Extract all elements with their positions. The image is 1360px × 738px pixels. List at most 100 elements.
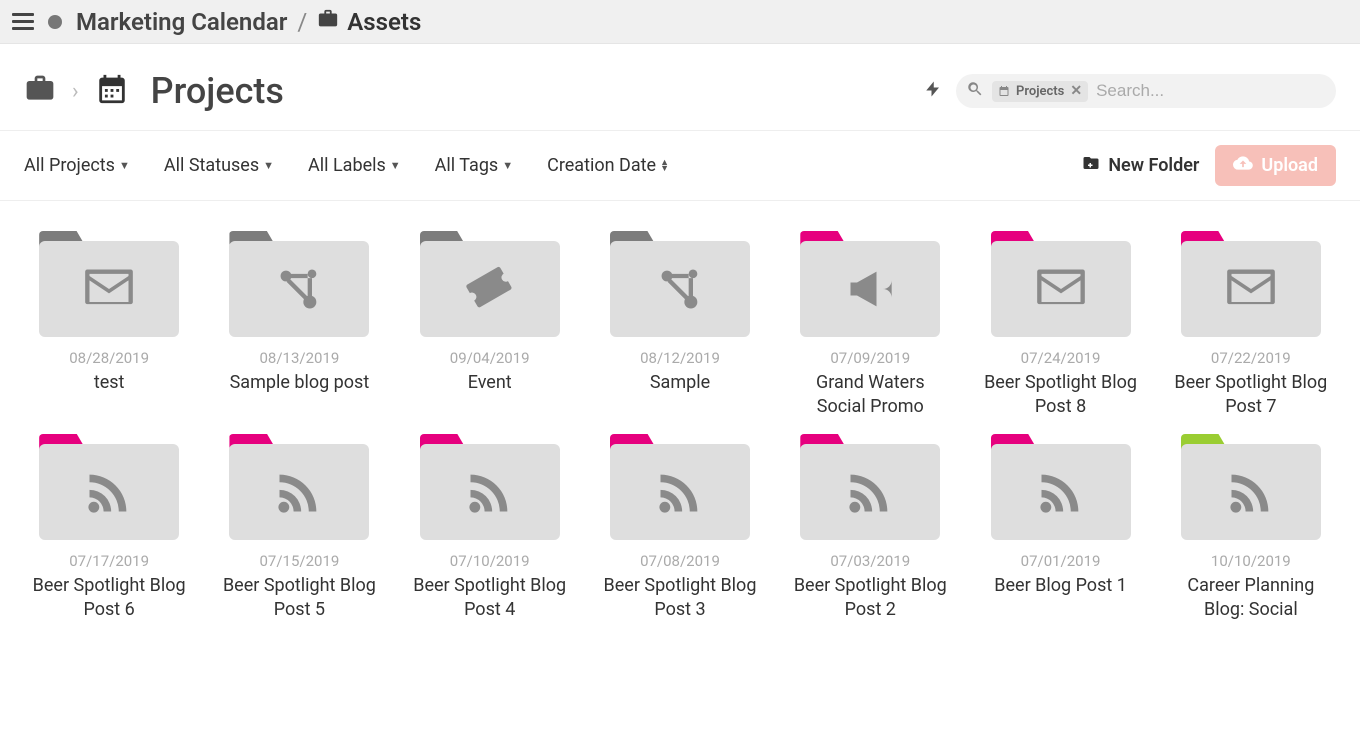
folder-name: Sample: [640, 371, 720, 395]
folder-thumb: [420, 241, 560, 337]
project-folder[interactable]: 08/12/2019 Sample: [591, 241, 769, 420]
project-folder[interactable]: 08/13/2019 Sample blog post: [210, 241, 388, 420]
folder-meta: 07/10/2019 Beer Spotlight Blog Post 4: [410, 552, 570, 623]
folder-name: Career Planning Blog: Social: [1171, 574, 1331, 623]
project-folder[interactable]: 07/22/2019 Beer Spotlight Blog Post 7: [1162, 241, 1340, 420]
folder-body: [1181, 444, 1321, 540]
folder-meta: 08/28/2019 test: [69, 349, 149, 395]
search-filter-chip[interactable]: Projects ✕: [992, 81, 1088, 102]
upload-button[interactable]: Upload: [1215, 145, 1336, 186]
search-input[interactable]: [1096, 81, 1322, 101]
megaphone-icon: [844, 263, 896, 315]
page-breadcrumb: › Projects: [24, 70, 284, 112]
folder-name: Beer Spotlight Blog Post 7: [1171, 371, 1331, 420]
close-icon[interactable]: ✕: [1070, 84, 1082, 98]
project-folder[interactable]: 07/15/2019 Beer Spotlight Blog Post 5: [210, 444, 388, 623]
menu-button[interactable]: [12, 13, 34, 30]
folder-meta: 07/01/2019 Beer Blog Post 1: [994, 552, 1127, 598]
project-folder[interactable]: 08/28/2019 test: [20, 241, 198, 420]
folder-name: Beer Spotlight Blog Post 2: [790, 574, 950, 623]
folder-meta: 10/10/2019 Career Planning Blog: Social: [1171, 552, 1331, 623]
folder-meta: 07/15/2019 Beer Spotlight Blog Post 5: [219, 552, 379, 623]
folder-name: Grand Waters Social Promo: [790, 371, 950, 420]
filter-labels[interactable]: All Labels▼: [308, 155, 401, 176]
rss-icon: [273, 466, 325, 518]
bolt-icon[interactable]: [924, 80, 942, 102]
new-folder-label: New Folder: [1108, 155, 1199, 176]
project-folder[interactable]: 07/24/2019 Beer Spotlight Blog Post 8: [971, 241, 1149, 420]
project-folder[interactable]: 09/04/2019 Event: [401, 241, 579, 420]
folder-date: 07/24/2019: [981, 349, 1141, 367]
folder-body: [991, 444, 1131, 540]
filter-projects[interactable]: All Projects▼: [24, 155, 130, 176]
folder-body: [39, 241, 179, 337]
folder-body: [39, 444, 179, 540]
folder-name: Beer Spotlight Blog Post 4: [410, 574, 570, 623]
project-folder[interactable]: 07/10/2019 Beer Spotlight Blog Post 4: [401, 444, 579, 623]
rss-icon: [1225, 466, 1277, 518]
caret-down-icon: ▼: [502, 159, 513, 172]
folder-thumb: [229, 241, 369, 337]
project-folder[interactable]: 07/03/2019 Beer Spotlight Blog Post 2: [781, 444, 959, 623]
breadcrumb-sep: /: [297, 8, 307, 36]
folder-body: [1181, 241, 1321, 337]
folder-name: Beer Spotlight Blog Post 3: [600, 574, 760, 623]
chevron-right-icon: ›: [72, 79, 79, 104]
mail-icon: [83, 263, 135, 315]
hub-icon: [654, 263, 706, 315]
folder-meta: 07/03/2019 Beer Spotlight Blog Post 2: [790, 552, 950, 623]
status-dot: [48, 15, 62, 29]
folder-date: 08/12/2019: [640, 349, 720, 367]
folder-body: [800, 444, 940, 540]
folder-date: 07/22/2019: [1171, 349, 1331, 367]
folder-date: 08/28/2019: [69, 349, 149, 367]
sort-icon: ▲▼: [660, 160, 669, 172]
folder-date: 07/01/2019: [994, 552, 1127, 570]
mail-icon: [1225, 263, 1277, 315]
project-grid-scroll[interactable]: 08/28/2019 test 08/13/2019 Sample blog p…: [0, 201, 1360, 735]
folder-name: test: [69, 371, 149, 395]
breadcrumb-assets[interactable]: Assets: [317, 8, 421, 36]
project-folder[interactable]: 10/10/2019 Career Planning Blog: Social: [1162, 444, 1340, 623]
new-folder-button[interactable]: New Folder: [1082, 154, 1199, 177]
rss-icon: [464, 466, 516, 518]
caret-down-icon: ▼: [263, 159, 274, 172]
filter-tags[interactable]: All Tags▼: [435, 155, 513, 176]
briefcase-icon[interactable]: [24, 73, 56, 109]
project-folder[interactable]: 07/08/2019 Beer Spotlight Blog Post 3: [591, 444, 769, 623]
filter-statuses[interactable]: All Statuses▼: [164, 155, 274, 176]
folder-body: [229, 444, 369, 540]
folder-body: [420, 241, 560, 337]
folder-date: 07/15/2019: [219, 552, 379, 570]
rss-icon: [83, 466, 135, 518]
project-folder[interactable]: 07/01/2019 Beer Blog Post 1: [971, 444, 1149, 623]
folder-meta: 07/08/2019 Beer Spotlight Blog Post 3: [600, 552, 760, 623]
folder-meta: 08/12/2019 Sample: [640, 349, 720, 395]
project-folder[interactable]: 07/09/2019 Grand Waters Social Promo: [781, 241, 959, 420]
folder-date: 08/13/2019: [230, 349, 370, 367]
folder-body: [229, 241, 369, 337]
search-wrap: Projects ✕: [956, 74, 1336, 108]
folder-date: 07/09/2019: [790, 349, 950, 367]
project-grid: 08/28/2019 test 08/13/2019 Sample blog p…: [20, 241, 1340, 622]
subheader: › Projects Projects ✕: [0, 44, 1360, 131]
hub-icon: [273, 263, 325, 315]
breadcrumb: Marketing Calendar / Assets: [76, 8, 421, 36]
folder-thumb: [1181, 444, 1321, 540]
folder-thumb: [610, 241, 750, 337]
rss-icon: [844, 466, 896, 518]
folder-name: Beer Blog Post 1: [994, 574, 1127, 598]
folder-thumb: [991, 241, 1131, 337]
folder-thumb: [800, 444, 940, 540]
folder-name: Event: [450, 371, 530, 395]
folder-thumb: [800, 241, 940, 337]
folder-meta: 07/24/2019 Beer Spotlight Blog Post 8: [981, 349, 1141, 420]
filter-sort[interactable]: Creation Date▲▼: [547, 155, 669, 176]
folder-date: 09/04/2019: [450, 349, 530, 367]
folder-meta: 09/04/2019 Event: [450, 349, 530, 395]
breadcrumb-root[interactable]: Marketing Calendar: [76, 8, 287, 36]
folder-thumb: [229, 444, 369, 540]
folder-name: Sample blog post: [230, 371, 370, 395]
folder-body: [610, 444, 750, 540]
project-folder[interactable]: 07/17/2019 Beer Spotlight Blog Post 6: [20, 444, 198, 623]
